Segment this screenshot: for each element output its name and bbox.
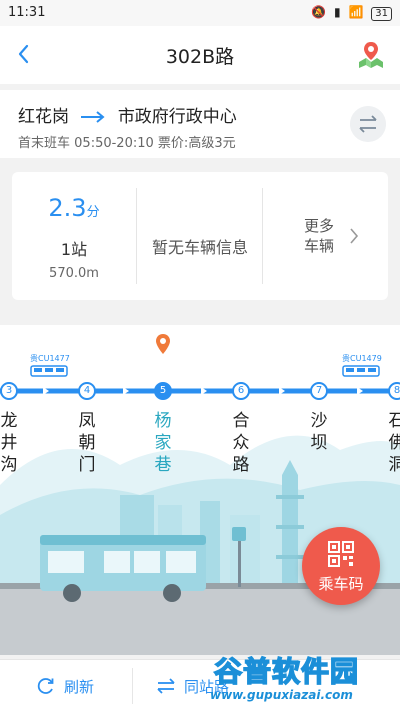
no-vehicle-text: 暂无车辆信息 <box>151 238 248 257</box>
second-vehicle: 暂无车辆信息 <box>138 172 262 300</box>
watermark-logo: 谷普软件园 www.gupuxiazai.com <box>206 650 396 708</box>
stop-number: 7 <box>310 382 328 400</box>
chevron-right-icon <box>350 228 359 244</box>
divider <box>132 668 133 704</box>
stop-name: 石佛洞 <box>388 411 400 475</box>
stop-name: 凤朝门 <box>78 411 96 475</box>
map-pin-icon[interactable] <box>356 40 386 70</box>
route-direction: 红花岗 市政府行政中心 <box>18 102 237 127</box>
schedule-label: 首末班车 <box>18 136 71 151</box>
ride-code-button[interactable]: 乘车码 <box>302 527 380 605</box>
arrival-time: 2.3分 <box>48 194 100 222</box>
battery-icon: 31 <box>371 7 392 21</box>
fare-value: 高级3元 <box>188 136 236 151</box>
refresh-label: 刷新 <box>64 678 95 696</box>
refresh-button[interactable]: 刷新 <box>36 660 126 711</box>
status-icons: 🔕 ▮ 📶 31 <box>311 5 392 21</box>
next-arrival[interactable]: 2.3分 1站 570.0m <box>12 172 136 300</box>
status-bar: 11:31 🔕 ▮ 📶 31 <box>0 0 400 26</box>
stop-name: 杨家巷 <box>154 411 172 475</box>
location-pin-icon <box>156 334 170 354</box>
arrival-card: 2.3分 1站 570.0m 暂无车辆信息 更多 车辆 <box>12 172 388 300</box>
stop-name: 合众路 <box>232 411 250 475</box>
bus-marker[interactable]: 贵CU1477 <box>30 353 70 383</box>
divider <box>262 188 263 284</box>
route-schedule: 首末班车 05:50-20:10 票价:高级3元 <box>18 132 236 151</box>
more-vehicles-button[interactable]: 更多 车辆 <box>264 172 388 300</box>
distance-meters: 570.0m <box>49 266 99 281</box>
signal-icon: ▮ <box>334 5 343 19</box>
stop-number: 5 <box>154 382 172 400</box>
bus-marker[interactable]: 贵CU1479 <box>342 353 382 383</box>
swap-direction-icon[interactable] <box>350 106 386 142</box>
route-line-map: 贵CU1477 贵CU1479 3 龙井沟 4 凤朝门 5 杨家巷 6 合众路 … <box>0 325 400 655</box>
stop-number: 3 <box>0 382 18 400</box>
wifi-icon: 📶 <box>348 5 366 19</box>
stop-number: 6 <box>232 382 250 400</box>
stop-number: 4 <box>78 382 96 400</box>
bus-icon <box>342 365 380 377</box>
refresh-icon <box>37 678 54 694</box>
bus-plate: 贵CU1479 <box>342 354 382 363</box>
bus-icon <box>30 365 68 377</box>
qr-code-icon <box>328 541 354 567</box>
route-from: 红花岗 <box>18 107 69 127</box>
bus-plate: 贵CU1477 <box>30 354 70 363</box>
stop-number: 8 <box>388 382 400 400</box>
nav-bar: 302B路 <box>0 26 400 84</box>
divider <box>136 188 137 284</box>
schedule-time: 05:50-20:10 <box>74 136 154 151</box>
route-to: 市政府行政中心 <box>117 107 237 127</box>
ride-code-label: 乘车码 <box>318 575 364 593</box>
stops-away: 1站 <box>60 240 88 259</box>
watermark-url: www.gupuxiazai.com <box>210 688 353 702</box>
page-title: 302B路 <box>165 46 235 68</box>
status-time: 11:31 <box>8 5 46 20</box>
route-info: 红花岗 市政府行政中心 首末班车 05:50-20:10 票价:高级3元 <box>0 90 400 158</box>
watermark-title: 谷普软件园 <box>213 654 360 689</box>
stop-name: 龙井沟 <box>0 411 18 475</box>
direction-arrow-icon <box>81 111 105 123</box>
stop-name: 沙坝 <box>310 411 328 453</box>
mute-icon: 🔕 <box>311 5 329 19</box>
fare-label: 票价: <box>157 136 189 151</box>
more-vehicles-label: 更多 车辆 <box>304 217 335 255</box>
transfer-icon <box>157 678 175 694</box>
